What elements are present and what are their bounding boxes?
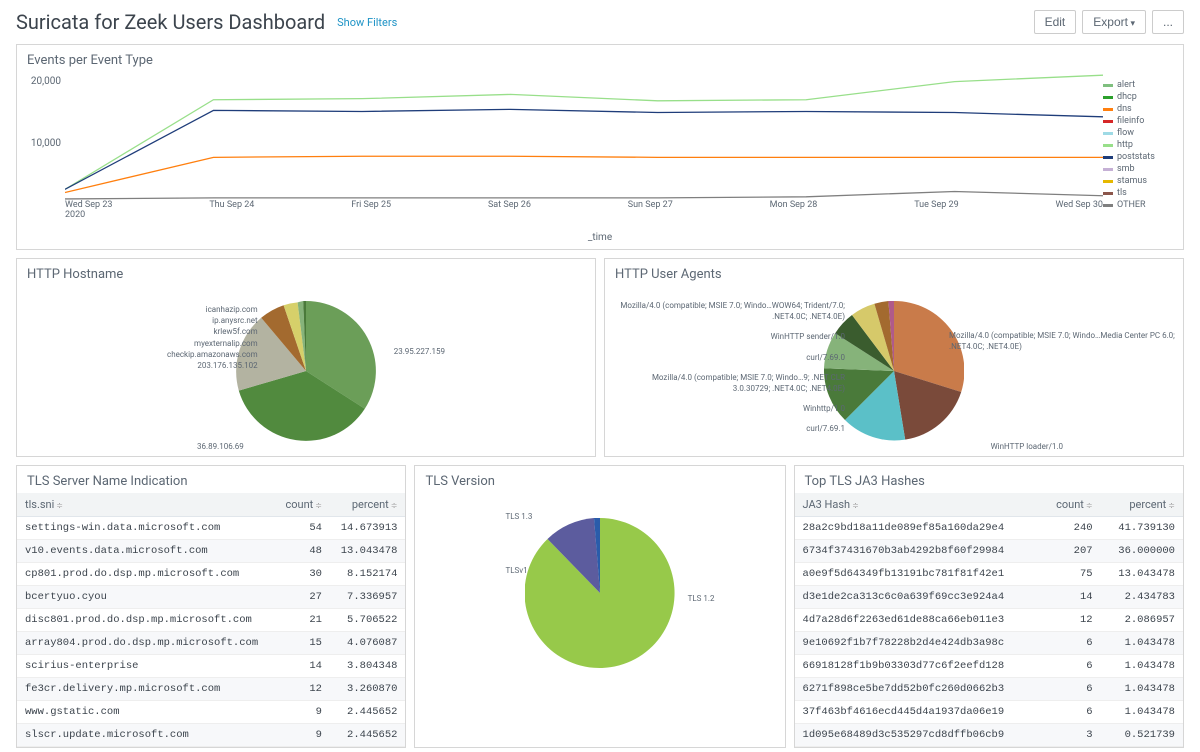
more-button[interactable]: ... [1152, 10, 1184, 34]
table-row[interactable]: bcertyuo.cyou277.336957 [17, 586, 405, 609]
table-row[interactable]: array804.prod.do.dsp.mp.microsoft.com154… [17, 632, 405, 655]
col-percent[interactable]: percent≑ [1101, 493, 1183, 517]
export-button[interactable]: Export [1082, 10, 1146, 34]
table-row[interactable]: 6271f898ce5be7dd52b0fc260d0662b361.04347… [795, 678, 1183, 701]
page-title: Suricata for Zeek Users Dashboard [16, 10, 325, 34]
pie-label-br: WinHTTP loader/1.0 [991, 441, 1063, 452]
panel-title: HTTP User Agents [605, 259, 1183, 286]
tls-sni-panel: TLS Server Name Indication tls.sni≑ coun… [16, 465, 406, 748]
line-chart[interactable]: 20,00010,000 Wed Sep 232020Thu Sep 24Fri… [27, 72, 1103, 222]
table-row[interactable]: 6734f37431670b3ab4292b8f60f2998420736.00… [795, 540, 1183, 563]
panel-title: TLS Server Name Indication [17, 466, 405, 493]
pie-label-tls12: TLS 1.2 [688, 593, 715, 604]
tls-ja3-panel: Top TLS JA3 Hashes JA3 Hash≑ count≑ perc… [794, 465, 1184, 748]
line-legend: alertdhcpdnsfileinfoflowhttppoststatssmb… [1103, 72, 1173, 222]
http-user-agents-panel: HTTP User Agents Mozilla/4.0 (compatible… [604, 258, 1184, 457]
pie-label-bottom: 36.89.106.69 [197, 441, 244, 452]
col-sni[interactable]: tls.sni≑ [17, 493, 276, 517]
pie-labels-left: icanhazip.comip.anysrc.netkrlew5f.commye… [167, 304, 258, 371]
panel-title: TLS Version [415, 466, 784, 493]
pie-label-tls13: TLS 1.3 [505, 511, 532, 522]
table-row[interactable]: 1d095e68489d3c535297cd8dffb06cb930.52173… [795, 724, 1183, 747]
panel-title: Top TLS JA3 Hashes [795, 466, 1183, 493]
table-row[interactable]: fe3cr.delivery.mp.microsoft.com123.26087… [17, 678, 405, 701]
tls-ja3-table[interactable]: JA3 Hash≑ count≑ percent≑ 28a2c9bd18a11d… [795, 493, 1183, 747]
pie-label-right: Mozilla/4.0 (compatible; MSIE 7.0; Windo… [949, 330, 1179, 352]
x-axis: Wed Sep 232020Thu Sep 24Fri Sep 25Sat Se… [65, 200, 1103, 222]
table-row[interactable]: 9e10692f1b7f78228b2d4e424db3a98c61.04347… [795, 632, 1183, 655]
table-row[interactable]: www.gstatic.com92.445652 [17, 701, 405, 724]
col-count[interactable]: count≑ [1041, 493, 1100, 517]
table-row[interactable]: 66918128f1b9b03303d77c6f2eefd12861.04347… [795, 655, 1183, 678]
http-user-agents-pie[interactable]: Mozilla/4.0 (compatible; MSIE 7.0; Windo… [605, 286, 1183, 456]
table-row[interactable]: a0e9f5d64349fb13191bc781f81f42e17513.043… [795, 563, 1183, 586]
table-row[interactable]: 28a2c9bd18a11de089ef85a160da29e424041.73… [795, 517, 1183, 540]
y-axis: 20,00010,000 [27, 72, 65, 200]
pie-label-tlsv1: TLSv1 [505, 565, 527, 576]
edit-button[interactable]: Edit [1034, 10, 1077, 34]
events-per-type-panel: Events per Event Type 20,00010,000 Wed S… [16, 44, 1184, 250]
panel-title: Events per Event Type [17, 45, 1183, 72]
table-row[interactable]: cp801.prod.do.dsp.mp.microsoft.com308.15… [17, 563, 405, 586]
table-row[interactable]: v10.events.data.microsoft.com4813.043478 [17, 540, 405, 563]
tls-version-panel: TLS Version TLS 1.3 TLSv1 TLS 1.2 [414, 465, 785, 748]
table-row[interactable]: d3e1de2ca313c6c0a639f69cc3e924a4142.4347… [795, 586, 1183, 609]
table-row[interactable]: slscr.update.microsoft.com92.445652 [17, 724, 405, 747]
show-filters-link[interactable]: Show Filters [337, 16, 397, 29]
pie-label-right: 23.95.227.159 [394, 346, 445, 357]
table-row[interactable]: settings-win.data.microsoft.com5414.6739… [17, 517, 405, 540]
http-hostname-pie[interactable]: icanhazip.comip.anysrc.netkrlew5f.commye… [17, 286, 595, 456]
x-axis-label: _time [17, 232, 1183, 249]
table-row[interactable]: 37f463bf4616ecd445d4a1937da06e1961.04347… [795, 701, 1183, 724]
col-percent[interactable]: percent≑ [330, 493, 405, 517]
tls-version-pie[interactable]: TLS 1.3 TLSv1 TLS 1.2 [415, 493, 784, 693]
pie-labels-left: Mozilla/4.0 (compatible; MSIE 7.0; Windo… [615, 300, 845, 444]
table-row[interactable]: 4d7a28d6f2263ed61de88ca66eb011e3122.0869… [795, 609, 1183, 632]
table-row[interactable]: disc801.prod.do.dsp.mp.microsoft.com215.… [17, 609, 405, 632]
col-hash[interactable]: JA3 Hash≑ [795, 493, 1042, 517]
header-actions: Edit Export ... [1034, 10, 1184, 34]
dashboard-header: Suricata for Zeek Users Dashboard Show F… [0, 0, 1200, 40]
col-count[interactable]: count≑ [276, 493, 330, 517]
http-hostname-panel: HTTP Hostname icanhazip.comip.anysrc.net… [16, 258, 596, 457]
tls-sni-table[interactable]: tls.sni≑ count≑ percent≑ settings-win.da… [17, 493, 405, 747]
panel-title: HTTP Hostname [17, 259, 595, 286]
table-row[interactable]: scirius-enterprise143.804348 [17, 655, 405, 678]
